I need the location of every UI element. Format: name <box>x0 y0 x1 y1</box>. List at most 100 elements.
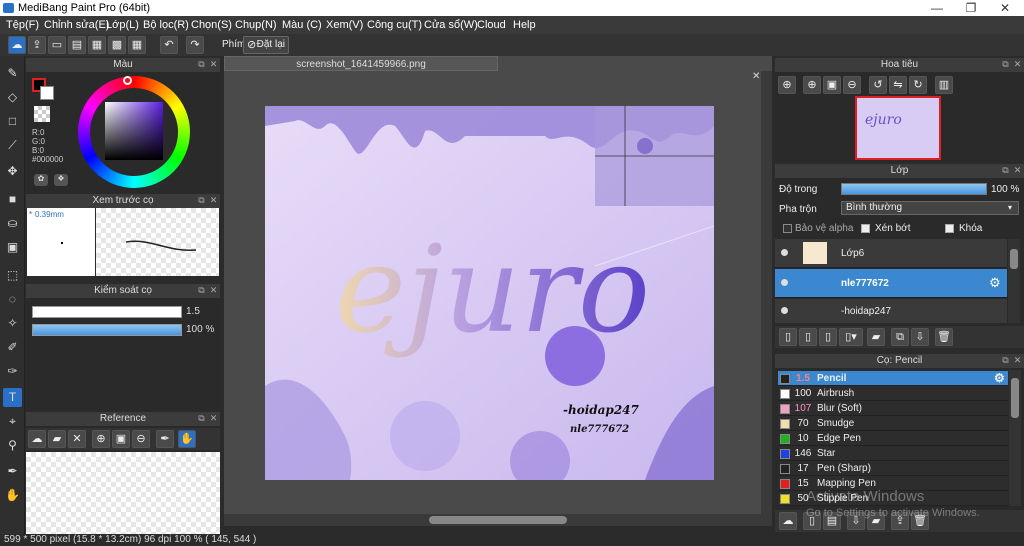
popout-icon[interactable]: ⧉ <box>196 285 207 296</box>
lasso-tool-icon[interactable]: ◌ <box>3 290 22 309</box>
grid-icon[interactable]: ▦ <box>128 36 146 54</box>
menu-view[interactable]: Xem(V) <box>326 19 363 31</box>
navigator-thumbnail[interactable]: ejuro <box>855 96 941 160</box>
brush-size-slider[interactable] <box>32 306 182 318</box>
document-tab[interactable]: screenshot_1641459966.png <box>224 56 498 71</box>
brush-item-selected[interactable]: 1.5 Pencil ⚙ <box>778 371 1008 386</box>
gradient-tool-icon[interactable]: ▣ <box>3 238 22 257</box>
popout-icon[interactable]: ⧉ <box>1000 165 1011 176</box>
brush-item[interactable]: 107 Blur (Soft) <box>778 401 1008 416</box>
horizontal-scroll-thumb[interactable] <box>429 516 567 524</box>
brush-item[interactable]: 100 Airbrush <box>778 386 1008 401</box>
close-icon[interactable]: ✕ <box>208 413 219 424</box>
select-rect-icon[interactable]: ⬚ <box>3 266 22 285</box>
blend-mode-select[interactable]: Bình thường ▾ <box>841 201 1019 215</box>
menu-color[interactable]: Màu (C) <box>282 19 322 31</box>
rectangle-tool-icon[interactable]: □ <box>3 112 22 131</box>
menu-layer[interactable]: Lớp(L) <box>106 19 139 31</box>
document-icon[interactable]: ▦ <box>88 36 106 54</box>
zoom-out-icon[interactable]: ⊖ <box>843 76 861 94</box>
swatch-icon[interactable]: ❖ <box>54 174 68 186</box>
rotate-left-icon[interactable]: ↺ <box>869 76 887 94</box>
chat-icon[interactable]: ▤ <box>68 36 86 54</box>
close-reference-icon[interactable]: ✕ <box>68 430 86 448</box>
lock-checkbox[interactable] <box>945 224 954 233</box>
dropper-tool-icon[interactable]: ⚲ <box>3 436 22 455</box>
folder-icon[interactable]: ▰ <box>867 328 885 346</box>
bucket-tool-icon[interactable]: ⛀ <box>3 214 22 233</box>
magic-wand-icon[interactable]: ✧ <box>3 314 22 333</box>
popout-icon[interactable]: ⧉ <box>196 195 207 206</box>
vertical-scrollbar[interactable] <box>761 71 772 514</box>
background-color-swatch[interactable] <box>40 86 54 100</box>
reference-canvas[interactable] <box>26 452 220 534</box>
text-tool-icon[interactable]: T <box>3 388 22 407</box>
popout-icon[interactable]: ⧉ <box>1000 59 1011 70</box>
menu-help[interactable]: Help <box>513 19 536 31</box>
select-pen-icon[interactable]: ✐ <box>3 338 22 357</box>
menu-window[interactable]: Cửa sổ(W) <box>424 19 478 31</box>
close-document-icon[interactable]: ✕ <box>752 71 760 82</box>
popout-icon[interactable]: ⧉ <box>196 413 207 424</box>
undo-icon[interactable]: ↶ <box>160 36 178 54</box>
merge-layer-icon[interactable]: ⇩ <box>911 328 929 346</box>
brush-list-scrollbar[interactable] <box>1009 370 1021 506</box>
menu-cloud[interactable]: Cloud <box>477 19 506 31</box>
layer-row[interactable]: -hoidap247 <box>775 299 1007 323</box>
upload-icon[interactable]: ⇪ <box>28 36 46 54</box>
layer-opacity-slider[interactable] <box>841 183 987 195</box>
brush-item[interactable]: 10 Edge Pen <box>778 431 1008 446</box>
saturation-square[interactable] <box>105 102 163 160</box>
select-eraser-icon[interactable]: ✑ <box>3 362 22 381</box>
cloud-download-icon[interactable]: ☁ <box>28 430 46 448</box>
trash-icon[interactable]: 🗑 <box>935 328 953 346</box>
close-button[interactable]: ✕ <box>988 0 1022 16</box>
fit-icon[interactable]: ▣ <box>112 430 130 448</box>
fill-rect-icon[interactable]: ■ <box>3 190 22 209</box>
zoom-in-icon[interactable]: ⊕ <box>778 76 796 94</box>
new-raster-layer-icon[interactable]: ▯ <box>799 328 817 346</box>
brush-item[interactable]: 70 Smudge <box>778 416 1008 431</box>
operation-tool-icon[interactable]: ⌖ <box>3 412 22 431</box>
layer-row-selected[interactable]: nle777672 ⚙ <box>775 269 1007 298</box>
close-icon[interactable]: ✕ <box>208 59 219 70</box>
fit-window-icon[interactable]: ▣ <box>823 76 841 94</box>
gear-icon[interactable]: ⚙ <box>994 371 1005 386</box>
close-icon[interactable]: ✕ <box>1012 355 1023 366</box>
new-layer-dropdown-icon[interactable]: ▯▾ <box>839 328 863 346</box>
brush-opacity-slider[interactable] <box>32 324 182 336</box>
menu-capture[interactable]: Chụp(N) <box>235 19 277 31</box>
layer-scrollbar[interactable] <box>1008 239 1020 323</box>
cloud-icon[interactable]: ☁ <box>8 36 26 54</box>
reset-button[interactable]: ⊘ Đặt lại <box>243 36 289 54</box>
cloud-brush-icon[interactable]: ☁ <box>779 512 797 530</box>
gear-icon[interactable]: ⚙ <box>989 275 1001 291</box>
restore-button[interactable]: ❐ <box>954 0 988 16</box>
layer-scroll-thumb[interactable] <box>1010 249 1018 269</box>
brush-item[interactable]: 146 Star <box>778 446 1008 461</box>
menu-edit[interactable]: Chỉnh sửa(E) <box>44 19 109 31</box>
transparent-swatch[interactable] <box>34 106 50 122</box>
visibility-icon[interactable] <box>781 279 788 286</box>
clipping-checkbox[interactable] <box>861 224 870 233</box>
layer-row[interactable]: Lớp6 <box>775 239 1007 268</box>
eyedropper-icon[interactable]: ✒ <box>156 430 174 448</box>
close-icon[interactable]: ✕ <box>208 195 219 206</box>
palette-icon[interactable]: ✿ <box>34 174 48 186</box>
close-icon[interactable]: ✕ <box>1012 59 1023 70</box>
line-tool-icon[interactable]: ⟋ <box>3 136 22 155</box>
menu-select[interactable]: Chọn(S) <box>191 19 232 31</box>
minimize-button[interactable]: — <box>920 0 954 16</box>
duplicate-layer-icon[interactable]: ⧉ <box>891 328 909 346</box>
close-icon[interactable]: ✕ <box>1012 165 1023 176</box>
brush-list-scroll-thumb[interactable] <box>1011 378 1019 418</box>
close-icon[interactable]: ✕ <box>208 285 219 296</box>
eraser-tool-icon[interactable]: ◇ <box>3 88 22 107</box>
redo-icon[interactable]: ↷ <box>186 36 204 54</box>
menu-filter[interactable]: Bộ lọc(R) <box>143 19 189 31</box>
flip-icon[interactable]: ⇋ <box>889 76 907 94</box>
horizontal-scrollbar[interactable] <box>224 514 772 526</box>
hand-tool-icon[interactable]: ✋ <box>3 486 22 505</box>
popout-icon[interactable]: ⧉ <box>196 59 207 70</box>
new-layer-icon[interactable]: ▯ <box>779 328 797 346</box>
